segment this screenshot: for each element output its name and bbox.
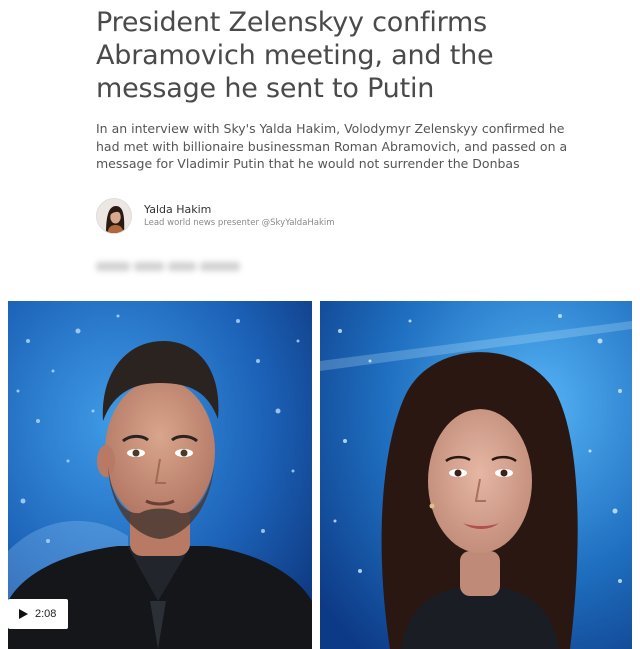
video-duration: 2:08 <box>35 608 57 620</box>
video-frame-left <box>8 301 312 649</box>
standfirst: In an interview with Sky's Yalda Hakim, … <box>96 120 616 173</box>
avatar-portrait <box>97 199 131 233</box>
play-icon[interactable] <box>17 608 29 620</box>
headline-line: Abramovich meeting, and the <box>96 40 494 71</box>
blurred-timestamp <box>96 256 242 276</box>
article: President Zelenskyy confirms Abramovich … <box>0 0 640 649</box>
avatar[interactable] <box>96 198 132 234</box>
standfirst-line: had met with billionaire businessman Rom… <box>96 138 568 154</box>
author-name[interactable]: Yalda Hakim <box>144 203 211 216</box>
headline: President Zelenskyy confirms Abramovich … <box>96 6 616 105</box>
video-divider <box>312 301 320 649</box>
video-player[interactable] <box>8 301 632 649</box>
headline-line: President Zelenskyy confirms <box>96 7 488 38</box>
video-frame-right <box>320 301 632 649</box>
headline-line: message he sent to Putin <box>96 73 435 104</box>
author-role: Lead world news presenter @SkyYaldaHakim <box>144 218 335 228</box>
zelenskyy-portrait <box>8 301 312 649</box>
hakim-portrait <box>320 301 632 649</box>
byline: Yalda Hakim Lead world news presenter @S… <box>96 198 416 238</box>
video-duration-badge[interactable]: 2:08 <box>8 599 68 629</box>
standfirst-line: message for Vladimir Putin that he would… <box>96 156 520 171</box>
standfirst-line: In an interview with Sky's Yalda Hakim, … <box>96 121 565 136</box>
